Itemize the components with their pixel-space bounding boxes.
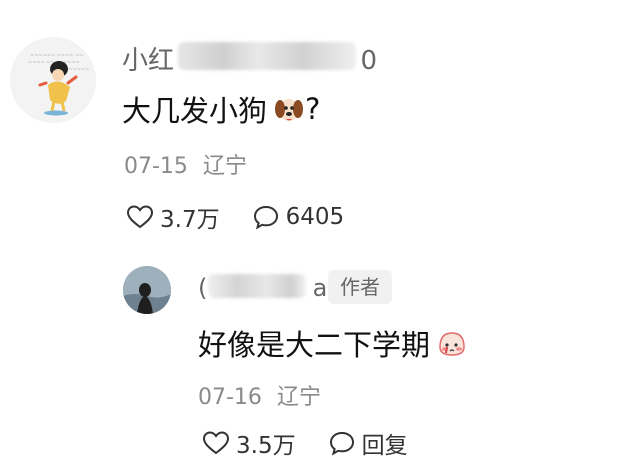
heart-outline-icon[interactable] xyxy=(202,430,230,456)
comment-text-end: ? xyxy=(305,92,321,126)
username-suffix: 0 xyxy=(360,46,378,76)
speech-bubble-icon[interactable] xyxy=(252,204,280,230)
reply-username-blur-mask xyxy=(208,274,306,298)
commenter-avatar[interactable]: ~~~~~~ ~~~~ ~~ ~~~~ ~~~~~~~~ ~~~~~~~ xyxy=(10,37,96,123)
reply-actions: 3.5万 回复 xyxy=(202,426,408,460)
speech-bubble-icon[interactable] xyxy=(328,430,356,456)
reply-location: 辽宁 xyxy=(276,385,321,410)
author-badge: 作者 xyxy=(328,270,392,304)
comment-text: 大几发小狗 ? xyxy=(122,88,320,130)
reply-date: 07-16 xyxy=(198,385,262,410)
reply-username-suffix: a xyxy=(312,274,328,302)
reply-avatar[interactable] xyxy=(123,266,171,314)
dog-face-icon xyxy=(273,93,305,125)
username-visible: 小红 xyxy=(122,46,175,76)
reply-like-count[interactable]: 3.5万 xyxy=(236,426,296,460)
comment-location: 辽宁 xyxy=(202,154,247,179)
comment-actions: 3.7万 6405 xyxy=(126,200,344,234)
username-blur-mask xyxy=(178,42,356,70)
crying-blush-icon xyxy=(436,327,468,359)
reply-meta: 07-16 辽宁 xyxy=(198,379,321,411)
reply-text-body: 好像是大二下学期 xyxy=(198,328,431,362)
comment-date: 07-15 xyxy=(124,154,188,179)
reply-count[interactable]: 6405 xyxy=(286,204,345,230)
reply-text: 好像是大二下学期 xyxy=(198,322,468,364)
heart-outline-icon[interactable] xyxy=(126,204,154,230)
comment-text-body: 大几发小狗 xyxy=(122,94,268,128)
svg-text:~~~~~~ ~~~~ ~~: ~~~~~~ ~~~~ ~~ xyxy=(30,53,83,59)
reply-username-prefix: ( xyxy=(198,274,208,302)
reply-button[interactable]: 回复 xyxy=(362,426,408,460)
comment-meta: 07-15 辽宁 xyxy=(124,148,247,180)
like-count[interactable]: 3.7万 xyxy=(160,200,220,234)
